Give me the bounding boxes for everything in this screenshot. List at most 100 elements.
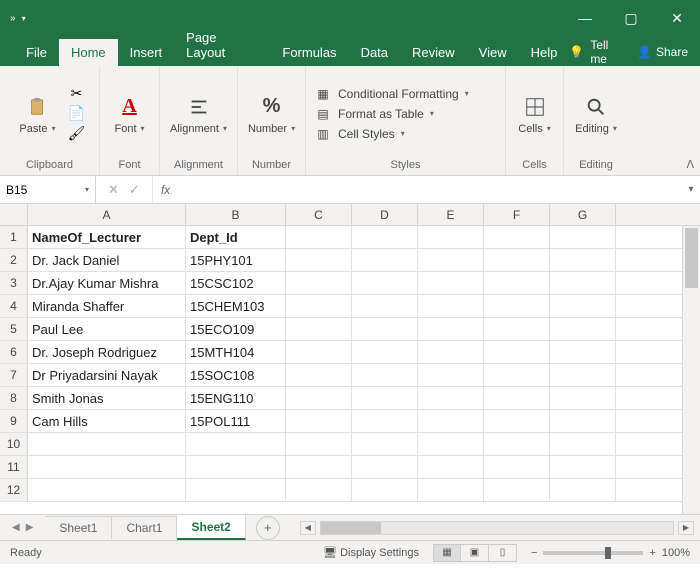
row-header[interactable]: 5 (0, 318, 28, 340)
cell[interactable] (286, 226, 352, 248)
table-row[interactable]: 11 (0, 456, 700, 479)
cell[interactable] (286, 387, 352, 409)
font-button[interactable]: A Font (105, 91, 155, 137)
row-header[interactable]: 1 (0, 226, 28, 248)
cell[interactable] (418, 479, 484, 501)
zoom-in-button[interactable]: + (649, 547, 655, 559)
cell[interactable]: 15ECO109 (186, 318, 286, 340)
sheet-nav-next-icon[interactable]: ▶ (26, 522, 34, 533)
cell[interactable] (352, 249, 418, 271)
cell[interactable] (286, 479, 352, 501)
cell[interactable]: 15MTH104 (186, 341, 286, 363)
cell[interactable] (352, 226, 418, 248)
cell[interactable] (484, 387, 550, 409)
table-row[interactable]: 12 (0, 479, 700, 502)
cell[interactable]: Dept_Id (186, 226, 286, 248)
cell[interactable]: NameOf_Lecturer (28, 226, 186, 248)
cell[interactable] (286, 456, 352, 478)
cell[interactable] (186, 433, 286, 455)
cell[interactable] (484, 249, 550, 271)
cell[interactable]: 15PHY101 (186, 249, 286, 271)
cell[interactable] (418, 226, 484, 248)
cell[interactable] (286, 249, 352, 271)
view-normal-icon[interactable]: ▦ (433, 544, 461, 562)
tab-page-layout[interactable]: Page Layout (174, 24, 270, 66)
cell[interactable]: 15ENG110 (186, 387, 286, 409)
collapse-ribbon-icon[interactable]: ᐱ (686, 158, 694, 171)
cell[interactable]: 15POL111 (186, 410, 286, 432)
cell[interactable] (352, 272, 418, 294)
cell[interactable]: Paul Lee (28, 318, 186, 340)
table-row[interactable]: 8Smith Jonas15ENG110 (0, 387, 700, 410)
cell[interactable] (286, 318, 352, 340)
cell[interactable] (550, 226, 616, 248)
spreadsheet-grid[interactable]: A B C D E F G 1NameOf_LecturerDept_Id2Dr… (0, 204, 700, 514)
hscroll-right-icon[interactable]: ▶ (678, 521, 694, 535)
cell[interactable]: Miranda Shaffer (28, 295, 186, 317)
cell[interactable] (352, 341, 418, 363)
cell[interactable] (484, 318, 550, 340)
cell[interactable] (352, 387, 418, 409)
cell[interactable] (550, 479, 616, 501)
number-button[interactable]: % Number (244, 91, 299, 137)
row-header[interactable]: 10 (0, 433, 28, 455)
cut-icon[interactable]: ✂ (67, 85, 87, 103)
cell[interactable]: Dr. Joseph Rodriguez (28, 341, 186, 363)
cell[interactable] (418, 433, 484, 455)
horizontal-scrollbar[interactable]: ◀ ▶ (280, 521, 700, 535)
col-header-d[interactable]: D (352, 204, 418, 225)
cell[interactable] (484, 272, 550, 294)
cell[interactable] (352, 318, 418, 340)
sheet-nav-prev-icon[interactable]: ◀ (12, 522, 20, 533)
tab-file[interactable]: File (14, 39, 59, 66)
new-sheet-button[interactable]: + (256, 516, 280, 540)
cell[interactable] (550, 272, 616, 294)
cell[interactable]: 15SOC108 (186, 364, 286, 386)
hscroll-left-icon[interactable]: ◀ (300, 521, 316, 535)
cell[interactable] (484, 341, 550, 363)
tab-home[interactable]: Home (59, 39, 118, 66)
conditional-formatting-button[interactable]: ▦ Conditional Formatting ▾ (314, 85, 469, 103)
enter-formula-icon[interactable]: ✓ (129, 182, 140, 198)
cell[interactable]: Cam Hills (28, 410, 186, 432)
cell[interactable] (186, 479, 286, 501)
cell[interactable] (418, 364, 484, 386)
name-box[interactable]: B15 (0, 176, 96, 203)
zoom-out-button[interactable]: − (531, 547, 537, 559)
col-header-a[interactable]: A (28, 204, 186, 225)
cell[interactable] (418, 410, 484, 432)
cell[interactable] (28, 479, 186, 501)
cell[interactable] (352, 479, 418, 501)
cell[interactable] (484, 479, 550, 501)
cell[interactable] (418, 272, 484, 294)
cell[interactable] (550, 410, 616, 432)
row-header[interactable]: 7 (0, 364, 28, 386)
table-row[interactable]: 10 (0, 433, 700, 456)
cell[interactable] (484, 410, 550, 432)
format-painter-icon[interactable]: 🖌 (67, 125, 87, 143)
tab-review[interactable]: Review (400, 39, 467, 66)
cell[interactable]: Smith Jonas (28, 387, 186, 409)
col-header-c[interactable]: C (286, 204, 352, 225)
row-header[interactable]: 6 (0, 341, 28, 363)
close-button[interactable]: ✕ (654, 0, 700, 36)
display-settings-button[interactable]: 🖥 Display Settings (323, 546, 419, 559)
row-header[interactable]: 2 (0, 249, 28, 271)
zoom-level[interactable]: 100% (662, 547, 690, 559)
formula-input[interactable] (178, 176, 682, 203)
table-row[interactable]: 2Dr. Jack Daniel15PHY101 (0, 249, 700, 272)
cell[interactable] (352, 364, 418, 386)
cell[interactable] (484, 364, 550, 386)
tab-insert[interactable]: Insert (118, 39, 175, 66)
cell[interactable] (352, 433, 418, 455)
table-row[interactable]: 6Dr. Joseph Rodriguez15MTH104 (0, 341, 700, 364)
expand-formula-bar-icon[interactable]: ▾ (682, 184, 700, 195)
tab-data[interactable]: Data (349, 39, 400, 66)
copy-icon[interactable]: 📄 (67, 105, 87, 123)
cell[interactable] (286, 410, 352, 432)
cell[interactable] (28, 456, 186, 478)
cell[interactable] (352, 456, 418, 478)
view-page-break-icon[interactable]: ▯ (489, 544, 517, 562)
tab-formulas[interactable]: Formulas (270, 39, 348, 66)
cell[interactable] (28, 433, 186, 455)
